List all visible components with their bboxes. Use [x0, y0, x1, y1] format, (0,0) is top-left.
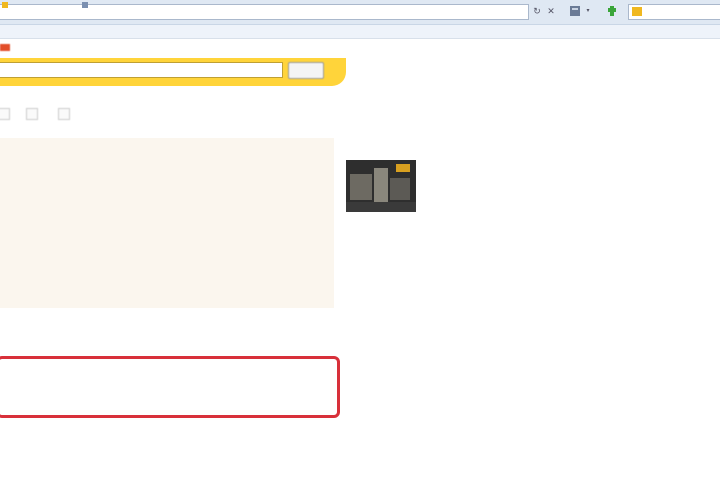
filter-tab[interactable]: [58, 108, 70, 120]
video-thumbnail[interactable]: [346, 160, 416, 212]
ads-block: [0, 138, 334, 308]
highlight-frame: [0, 356, 340, 418]
service-nav: [0, 44, 75, 54]
favorite-item[interactable]: [82, 2, 88, 11]
page-icon[interactable]: [568, 5, 582, 17]
home-icon[interactable]: [606, 5, 618, 17]
video-thumbnail-image: [346, 160, 416, 212]
star-icon: [2, 2, 8, 8]
favorite-item[interactable]: [2, 2, 8, 11]
filter-tab[interactable]: [26, 108, 38, 120]
page-icon: [82, 2, 88, 8]
favorites-bar: [0, 25, 720, 39]
close-icon[interactable]: ✕: [546, 5, 556, 17]
refresh-icon[interactable]: ↻: [532, 5, 542, 17]
dropdown-icon[interactable]: ▾: [584, 5, 592, 17]
search-input[interactable]: [0, 62, 283, 78]
address-bar[interactable]: [0, 4, 529, 20]
search-button[interactable]: [288, 62, 324, 79]
browser-search-box[interactable]: [628, 4, 720, 20]
filter-tab[interactable]: [0, 108, 10, 120]
logo-icon: [0, 44, 10, 51]
